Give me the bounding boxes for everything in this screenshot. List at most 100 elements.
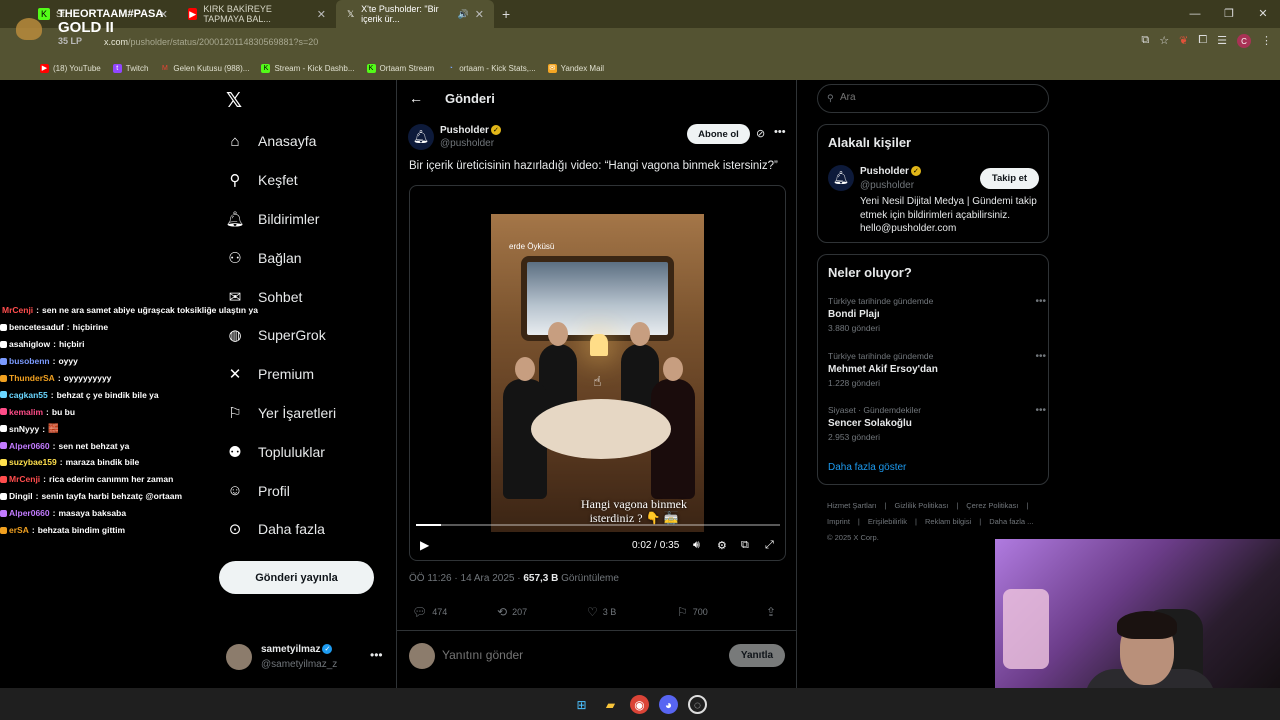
- nav-explore[interactable]: ⚲ Keşfet: [224, 161, 336, 200]
- chat-username[interactable]: suzybae159: [9, 457, 57, 467]
- minimize-icon[interactable]: —: [1178, 0, 1212, 28]
- more-dots-icon[interactable]: •••: [1035, 351, 1046, 362]
- video-player[interactable]: erde Öyküsü Hangi vagona binmek isterdin…: [409, 185, 786, 561]
- nav-notifications[interactable]: 🔔︎ Bildirimler: [224, 200, 336, 239]
- tab-youtube[interactable]: ▶ KIRK BAKİREYE TAPMAYA BAL... ✕: [178, 0, 336, 28]
- windows-start-icon[interactable]: ⊞: [572, 695, 591, 714]
- add-person-icon: ⚇: [228, 249, 242, 267]
- chat-username[interactable]: MrCenji: [9, 474, 40, 484]
- pip-icon[interactable]: ⧉: [741, 539, 749, 552]
- nav-profile[interactable]: ☺ Profil: [224, 471, 336, 510]
- trend-context: Türkiye tarihinde gündemde: [828, 351, 934, 361]
- reply-input[interactable]: [442, 648, 692, 662]
- puzzle-icon[interactable]: ⧠: [1198, 34, 1207, 48]
- footer-link[interactable]: Çerez Politikası: [966, 501, 1018, 510]
- star-icon[interactable]: ☆: [1159, 34, 1169, 48]
- reply-action[interactable]: 💬︎ 474: [412, 605, 447, 619]
- tab-x[interactable]: 𝕏 X'te Pusholder: "Bir içerik ür... 🔊 ✕: [336, 0, 494, 28]
- chat-username[interactable]: erSA: [9, 525, 29, 535]
- more-dots-icon[interactable]: •••: [1035, 296, 1046, 307]
- chat-text: rica ederim canımm her zaman: [49, 474, 174, 485]
- extension-leaf-icon[interactable]: ❦: [1179, 34, 1188, 48]
- file-explorer-icon[interactable]: ▰: [601, 695, 620, 714]
- subscribe-button[interactable]: Abone ol: [687, 124, 750, 144]
- trend-item[interactable]: Türkiye tarihinde gündemde Mehmet Akif E…: [828, 351, 1046, 388]
- related-avatar[interactable]: 🔔︎: [828, 165, 854, 191]
- video-progress-bar[interactable]: [416, 524, 780, 526]
- more-dots-icon[interactable]: •••: [370, 648, 383, 662]
- close-tab-icon[interactable]: ✕: [475, 8, 484, 21]
- menu-dots-icon[interactable]: ⋮: [1261, 34, 1272, 48]
- close-window-icon[interactable]: ✕: [1246, 0, 1280, 28]
- bookmark-action[interactable]: ⚐ 700: [677, 605, 708, 619]
- account-switcher[interactable]: sametyilmaz ✓ @sametyilmaz_z •••: [226, 642, 386, 674]
- trend-item[interactable]: Siyaset · Gündemdekiler Sencer Solakoğlu…: [828, 405, 1046, 442]
- trend-item[interactable]: Türkiye tarihinde gündemde Bondi Plajı 3…: [828, 296, 1046, 333]
- chat-username[interactable]: kemalim: [9, 407, 43, 417]
- new-tab-button[interactable]: +: [494, 6, 518, 22]
- nav-home[interactable]: ⌂ Anasayfa: [224, 122, 336, 161]
- nav-premium[interactable]: ✕ Premium: [224, 355, 336, 394]
- install-icon[interactable]: ⧉: [1141, 34, 1149, 48]
- chrome-icon[interactable]: ◉: [630, 695, 649, 714]
- chat-username[interactable]: snNyyy: [9, 424, 39, 434]
- follow-button[interactable]: Takip et: [980, 168, 1039, 189]
- reading-list-icon[interactable]: ☰: [1217, 34, 1227, 48]
- chat-username[interactable]: busobenn: [9, 356, 50, 366]
- footer-link[interactable]: Gizlilik Politikası: [895, 501, 949, 510]
- post-author-name[interactable]: Pusholder ✓: [440, 125, 501, 136]
- nav-connect[interactable]: ⚇ Bağlan: [224, 238, 336, 277]
- nav-more[interactable]: ⊙ Daha fazla: [224, 510, 336, 549]
- volume-icon[interactable]: 🔊︎: [693, 539, 700, 552]
- footer-link[interactable]: Erişilebilirlik: [868, 517, 907, 526]
- chat-text: masaya baksaba: [58, 508, 127, 519]
- grok-icon[interactable]: ⊘: [756, 127, 765, 140]
- chat-username[interactable]: asahiglow: [9, 339, 50, 349]
- play-icon[interactable]: ▶: [420, 538, 429, 552]
- bookmark-ortaam-stream[interactable]: K Ortaam Stream: [366, 63, 434, 73]
- profile-avatar[interactable]: C: [1237, 34, 1251, 48]
- chat-username[interactable]: cagkan55: [9, 390, 48, 400]
- search-box[interactable]: ⚲: [817, 84, 1049, 113]
- x-logo-icon[interactable]: 𝕏: [226, 88, 242, 113]
- repost-action[interactable]: ⟲ 207: [497, 605, 527, 619]
- chat-username[interactable]: bencetesaduf: [9, 322, 64, 332]
- chat-username[interactable]: MrCenji: [2, 305, 33, 315]
- page-title: Gönderi: [445, 91, 495, 106]
- footer-link[interactable]: Hizmet Şartları: [827, 501, 877, 510]
- like-action[interactable]: ♡ 3 B: [587, 605, 616, 619]
- nav-communities[interactable]: ⚉ Topluluklar: [224, 432, 336, 471]
- related-handle[interactable]: @pusholder: [860, 180, 914, 191]
- obs-icon[interactable]: ◌: [688, 695, 707, 714]
- post-author-avatar[interactable]: 🔔︎: [408, 124, 434, 150]
- bookmark-yandex-mail[interactable]: ✉ Yandex Mail: [547, 63, 604, 73]
- related-name[interactable]: Pusholder ✓: [860, 166, 921, 177]
- share-action[interactable]: ⇪: [766, 605, 776, 619]
- speaker-icon[interactable]: 🔊: [458, 9, 469, 20]
- footer-link[interactable]: Reklam bilgisi: [925, 517, 971, 526]
- discord-icon[interactable]: ◕: [659, 695, 678, 714]
- fullscreen-icon[interactable]: ⤢: [765, 539, 774, 552]
- post-timestamp[interactable]: ÖÖ 11:26 · 14 Ara 2025 ·: [409, 573, 523, 584]
- post-button[interactable]: Gönderi yayınla: [219, 561, 374, 594]
- more-dots-icon[interactable]: •••: [774, 126, 786, 138]
- more-dots-icon[interactable]: •••: [1035, 405, 1046, 416]
- chat-username[interactable]: Dingil: [9, 491, 33, 501]
- post-author-handle[interactable]: @pusholder: [440, 138, 494, 149]
- chat-username[interactable]: ThunderSA: [9, 373, 55, 383]
- close-tab-icon[interactable]: ✕: [317, 8, 326, 21]
- maximize-icon[interactable]: ❐: [1212, 0, 1246, 28]
- search-input[interactable]: [840, 92, 1040, 103]
- chat-username[interactable]: Alper0660: [9, 508, 50, 518]
- footer-link[interactable]: Daha fazla ...: [989, 517, 1033, 526]
- settings-gear-icon[interactable]: ⚙: [717, 539, 727, 552]
- bookmark-kick-dashboard[interactable]: K Stream - Kick Dashb...: [261, 63, 355, 73]
- nav-bookmarks[interactable]: ⚐ Yer İşaretleri: [224, 394, 336, 433]
- chat-username[interactable]: Alper0660: [9, 441, 50, 451]
- reply-button[interactable]: Yanıtla: [729, 644, 785, 667]
- nav-supergrok[interactable]: ◍ SuperGrok: [224, 316, 336, 355]
- footer-link[interactable]: Imprint: [827, 517, 850, 526]
- back-arrow-icon[interactable]: ←: [409, 90, 423, 106]
- show-more-link[interactable]: Daha fazla göster: [828, 462, 906, 473]
- bookmark-kick-stats[interactable]: ◔ ortaam - Kick Stats,...: [446, 64, 536, 73]
